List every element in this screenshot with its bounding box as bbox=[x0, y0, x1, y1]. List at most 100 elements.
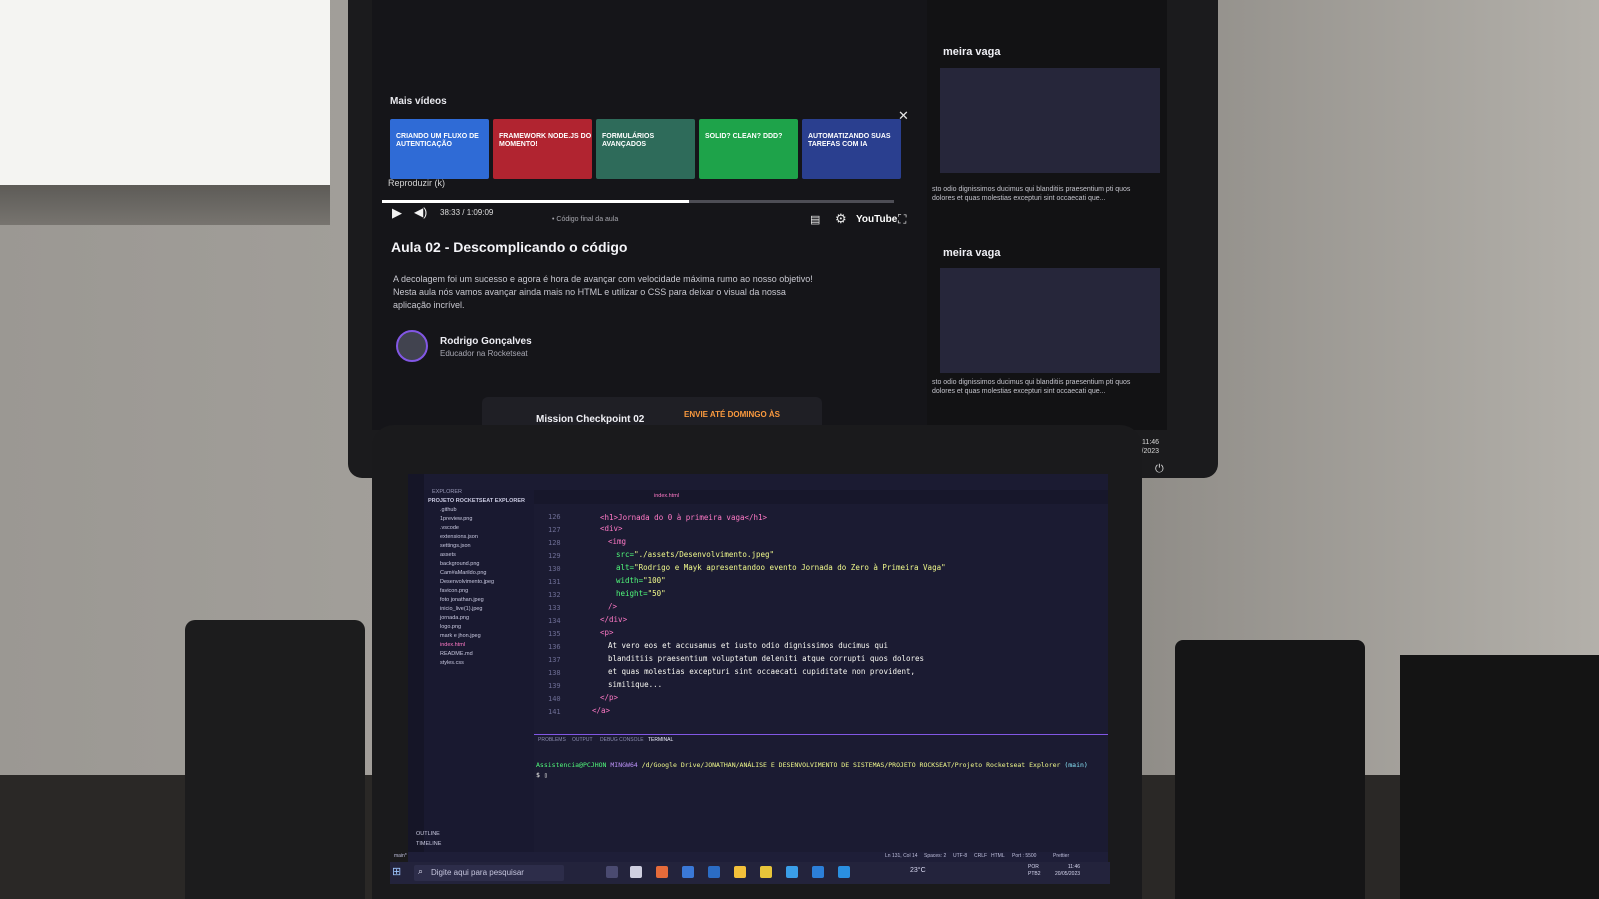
code-line[interactable]: /> bbox=[608, 602, 617, 611]
file-tree-item[interactable]: settings.json bbox=[440, 543, 471, 549]
youtube-logo[interactable]: YouTube bbox=[856, 214, 897, 225]
status-eol[interactable]: CRLF bbox=[974, 853, 987, 859]
video-thumb-5[interactable]: AUTOMATIZANDO SUAS TAREFAS COM IA bbox=[802, 119, 901, 179]
tab-debug-console[interactable]: DEBUG CONSOLE bbox=[600, 737, 644, 743]
lesson-title: Aula 02 - Descomplicando o código bbox=[391, 239, 628, 255]
file-tree-item[interactable]: 1preview.png bbox=[440, 516, 472, 522]
file-tree-item[interactable]: jornada.png bbox=[440, 615, 469, 621]
status-spaces[interactable]: Spaces: 2 bbox=[924, 853, 946, 859]
line-number: 131 bbox=[548, 578, 561, 586]
author-role: Educador na Rocketseat bbox=[440, 349, 528, 358]
volume-icon[interactable]: ◀) bbox=[414, 205, 427, 219]
gear-icon[interactable]: ⚙ bbox=[835, 211, 847, 227]
file-tree-item[interactable]: logo.png bbox=[440, 624, 461, 630]
line-number: 134 bbox=[548, 617, 561, 625]
code-line[interactable]: At vero eos et accusamus et iusto odio d… bbox=[608, 641, 888, 650]
tab-index-html[interactable]: index.html bbox=[654, 493, 679, 499]
mission-deadline-badge: ENVIE ATÉ DOMINGO ÀS bbox=[684, 410, 781, 419]
language-indicator[interactable]: POR PTB2 bbox=[1028, 864, 1041, 878]
firefox-icon[interactable] bbox=[656, 866, 668, 878]
file-tree-item[interactable]: extensions.json bbox=[440, 534, 478, 540]
tab-output[interactable]: OUTPUT bbox=[572, 737, 593, 743]
word-icon[interactable] bbox=[708, 866, 720, 878]
captions-icon[interactable]: ▤ bbox=[810, 213, 820, 226]
status-prettier[interactable]: Prettier bbox=[1053, 853, 1069, 859]
time-readout: 38:33 / 1:09:09 bbox=[440, 208, 494, 217]
explorer-title: EXPLORER bbox=[432, 489, 462, 495]
file-tree-item[interactable]: mark e jhon.jpeg bbox=[440, 633, 481, 639]
line-number: 137 bbox=[548, 656, 561, 664]
bookmark-app-icon[interactable] bbox=[630, 866, 642, 878]
right-speaker bbox=[1175, 640, 1365, 899]
code-line[interactable]: width="100" bbox=[616, 576, 666, 585]
file-tree-item[interactable]: favicon.png bbox=[440, 588, 468, 594]
video-thumb-3[interactable]: FORMULÁRIOS AVANÇADOS bbox=[596, 119, 695, 179]
line-number: 128 bbox=[548, 539, 561, 547]
video-thumb-2[interactable]: FRAMEWORK NODE.JS DO MOMENTO! bbox=[493, 119, 592, 179]
file-tree-item[interactable]: foto jonathan.jpeg bbox=[440, 597, 484, 603]
line-number: 133 bbox=[548, 604, 561, 612]
edge-icon[interactable] bbox=[786, 866, 798, 878]
code-line[interactable]: <p> bbox=[600, 628, 614, 637]
code-line[interactable]: blanditiis praesentium voluptatum deleni… bbox=[608, 654, 924, 663]
code-line[interactable]: </a> bbox=[592, 706, 610, 715]
code-line[interactable]: height="50" bbox=[616, 589, 666, 598]
file-tree-item[interactable]: index.html bbox=[440, 642, 465, 648]
tab-problems[interactable]: PROBLEMS bbox=[538, 737, 566, 743]
photos-icon[interactable] bbox=[812, 866, 824, 878]
code-line[interactable]: et quas molestias excepturi sint occaeca… bbox=[608, 667, 915, 676]
code-line[interactable]: src="./assets/Desenvolvimento.jpeg" bbox=[616, 550, 774, 559]
folder-icon[interactable] bbox=[734, 866, 746, 878]
status-encoding[interactable]: UTF-8 bbox=[953, 853, 967, 859]
replay-tooltip: Reproduzir (k) bbox=[388, 178, 446, 188]
author-name: Rodrigo Gonçalves bbox=[440, 336, 532, 347]
file-tree-item[interactable]: Cam#aMarildo.png bbox=[440, 570, 486, 576]
line-number: 139 bbox=[548, 682, 561, 690]
file-tree-item[interactable]: styles.css bbox=[440, 660, 464, 666]
timeline-section[interactable]: TIMELINE bbox=[416, 841, 441, 847]
task-view-icon[interactable] bbox=[606, 866, 618, 878]
activity-bar bbox=[408, 474, 424, 862]
file-tree-item[interactable]: Desenvolvimento.jpeg bbox=[440, 579, 494, 585]
power-icon[interactable]: ⏻ bbox=[1155, 463, 1164, 476]
outline-section[interactable]: OUTLINE bbox=[416, 831, 440, 837]
notes-icon[interactable] bbox=[760, 866, 772, 878]
code-line[interactable]: similique... bbox=[608, 680, 662, 689]
file-tree-item[interactable]: assets bbox=[440, 552, 456, 558]
line-number: 138 bbox=[548, 669, 561, 677]
status-branch[interactable]: main* bbox=[394, 853, 407, 859]
code-line[interactable]: <div> bbox=[600, 524, 623, 533]
vscode-icon[interactable] bbox=[838, 866, 850, 878]
status-language[interactable]: HTML bbox=[991, 853, 1005, 859]
line-number: 127 bbox=[548, 526, 561, 534]
avatar bbox=[396, 330, 428, 362]
line-number: 135 bbox=[548, 630, 561, 638]
tab-terminal[interactable]: TERMINAL bbox=[648, 737, 673, 743]
file-tree-item[interactable]: background.png bbox=[440, 561, 479, 567]
taskbar-clock[interactable]: 11:46 20/05/2023 bbox=[1055, 864, 1080, 878]
status-position[interactable]: Ln 131, Col 14 bbox=[885, 853, 918, 859]
code-line[interactable]: </p> bbox=[600, 693, 618, 702]
terminal-prompt[interactable]: $ ▯ bbox=[536, 771, 548, 779]
code-line[interactable]: <img bbox=[608, 537, 626, 546]
code-line[interactable]: alt="Rodrigo e Mayk apresentandoo evento… bbox=[616, 563, 946, 572]
file-tree-item[interactable]: inicio_live(1).jpeg bbox=[440, 606, 483, 612]
progress-fill bbox=[382, 200, 690, 203]
status-port[interactable]: Port : 5500 bbox=[1012, 853, 1036, 859]
side-thumb-1[interactable] bbox=[940, 68, 1160, 173]
side-text-1: sto odio dignissimos ducimus qui blandit… bbox=[932, 186, 1131, 202]
play-icon[interactable]: ▶ bbox=[392, 205, 402, 221]
project-folder[interactable]: PROJETO ROCKETSEAT EXPLORER bbox=[428, 498, 525, 504]
video-thumb-1[interactable]: CRIANDO UM FLUXO DE AUTENTICAÇÃO bbox=[390, 119, 489, 179]
file-tree-item[interactable]: .vscode bbox=[440, 525, 459, 531]
code-line[interactable]: <h1>Jornada do 0 à primeira vaga</h1> bbox=[600, 513, 767, 522]
file-tree-item[interactable]: .github bbox=[440, 507, 457, 513]
fullscreen-icon[interactable]: ⛶ bbox=[898, 212, 906, 227]
store-icon[interactable] bbox=[682, 866, 694, 878]
side-thumb-2[interactable] bbox=[940, 268, 1160, 373]
code-line[interactable]: </div> bbox=[600, 615, 627, 624]
video-thumb-4[interactable]: SOLID? CLEAN? DDD? bbox=[699, 119, 798, 179]
file-tree-item[interactable]: README.md bbox=[440, 651, 473, 657]
weather-widget[interactable]: 23°C bbox=[910, 867, 926, 874]
windows-start-icon[interactable]: ⊞ bbox=[392, 865, 401, 878]
